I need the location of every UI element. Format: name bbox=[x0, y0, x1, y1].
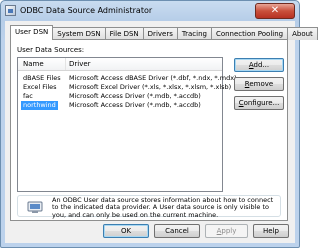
close-icon: ✕ bbox=[270, 5, 280, 16]
apply-button[interactable]: Apply bbox=[205, 224, 248, 238]
tab-about[interactable]: About bbox=[287, 27, 318, 40]
data-source-name: fac bbox=[23, 92, 33, 100]
list-item[interactable]: dBASE Files Microsoft Access dBASE Drive… bbox=[21, 74, 237, 83]
ok-button[interactable]: OK bbox=[103, 224, 149, 238]
tab-strip: User DSN System DSN File DSN Drivers Tra… bbox=[10, 25, 318, 40]
list-item[interactable]: fac Microsoft Access Driver (*.mdb, *.ac… bbox=[21, 92, 221, 101]
cancel-button[interactable]: Cancel bbox=[154, 224, 200, 238]
data-source-driver: Microsoft Access Driver (*.mdb, *.accdb) bbox=[69, 101, 201, 109]
data-source-name: northwind bbox=[21, 101, 58, 110]
window-title: ODBC Data Source Administrator bbox=[20, 6, 153, 15]
user-data-sources-label: User Data Sources: bbox=[17, 46, 85, 54]
data-source-driver: Microsoft Excel Driver (*.xls, *.xlsx, *… bbox=[69, 83, 232, 91]
computer-info-icon bbox=[27, 201, 43, 213]
tab-user-dsn[interactable]: User DSN bbox=[10, 25, 54, 40]
remove-button[interactable]: Remove bbox=[234, 77, 284, 91]
odbc-admin-window: ODBC Data Source Administrator ✕ User DS… bbox=[0, 0, 318, 248]
data-source-name: dBASE Files bbox=[23, 74, 61, 82]
data-source-driver: Microsoft Access Driver (*.mdb, *.accdb) bbox=[69, 92, 201, 100]
data-sources-list[interactable]: Name Driver dBASE Files Microsoft Access… bbox=[17, 57, 237, 192]
info-box: An ODBC User data source stores informat… bbox=[17, 195, 281, 219]
add-button[interactable]: Add... bbox=[234, 58, 284, 72]
title-bar[interactable]: ODBC Data Source Administrator ✕ bbox=[1, 1, 299, 21]
list-item-selected[interactable]: northwind Microsoft Access Driver (*.mdb… bbox=[21, 101, 221, 110]
configure-button[interactable]: Configure... bbox=[234, 96, 284, 110]
help-button[interactable]: Help bbox=[253, 224, 289, 238]
data-source-driver: Microsoft Access dBASE Driver (*.dbf, *.… bbox=[69, 74, 237, 82]
data-source-name: Excel Files bbox=[23, 83, 57, 91]
dialog-client-area: User DSN System DSN File DSN Drivers Tra… bbox=[5, 21, 318, 243]
list-header: Name Driver bbox=[18, 58, 222, 71]
info-text: An ODBC User data source stores informat… bbox=[52, 196, 274, 219]
list-item[interactable]: Excel Files Microsoft Excel Driver (*.xl… bbox=[21, 83, 231, 92]
close-button[interactable]: ✕ bbox=[255, 3, 295, 19]
app-icon bbox=[5, 5, 16, 16]
column-divider[interactable] bbox=[65, 58, 66, 70]
column-header-name[interactable]: Name bbox=[23, 60, 44, 68]
column-header-driver[interactable]: Driver bbox=[69, 60, 91, 68]
